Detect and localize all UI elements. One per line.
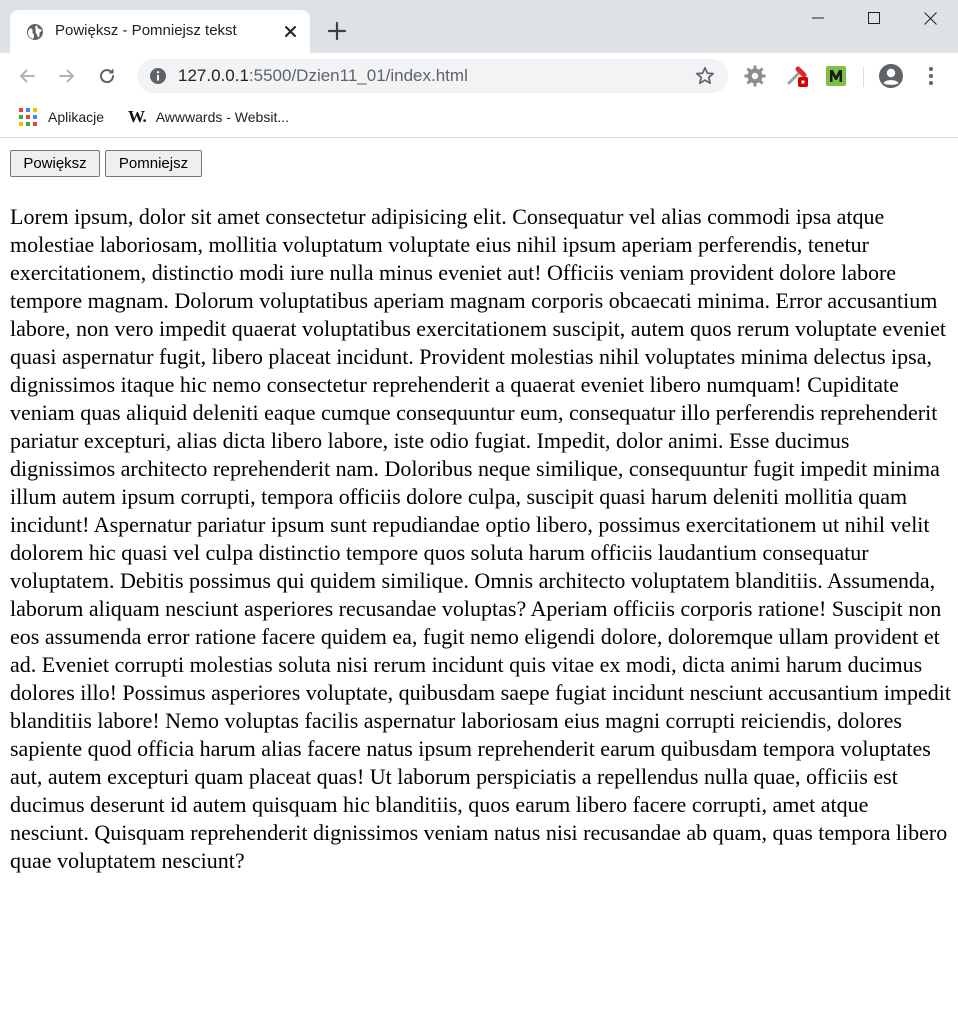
bookmark-apps-label: Aplikacje — [48, 109, 105, 125]
url-host: 127.0.0.1 — [178, 66, 249, 85]
url-text[interactable]: 127.0.0.1:5500/Dzien11_01/index.html — [178, 66, 468, 86]
page-viewport: Powiększ Pomniejsz Lorem ipsum, dolor si… — [0, 139, 958, 1028]
new-tab-plus-icon[interactable] — [327, 21, 347, 41]
m-extension-icon[interactable] — [824, 64, 848, 88]
bookmark-awwwards[interactable]: W. Awwwards - Websit... — [128, 106, 289, 128]
browser-toolbar: 127.0.0.1:5500/Dzien11_01/index.html — [0, 53, 958, 99]
browser-menu-icon[interactable] — [924, 65, 938, 87]
address-bar[interactable]: 127.0.0.1:5500/Dzien11_01/index.html — [137, 59, 728, 93]
bookmark-awwwards-label: Awwwards - Websit... — [155, 109, 289, 125]
toolbar-divider — [863, 67, 864, 87]
browser-tab[interactable]: Powiększ - Pomniejsz tekst — [10, 10, 310, 53]
lorem-paragraph: Lorem ipsum, dolor sit amet consectetur … — [10, 204, 951, 873]
tab-strip: Powiększ - Pomniejsz tekst — [0, 0, 958, 53]
increase-text-button[interactable]: Powiększ — [10, 150, 100, 177]
tab-title: Powiększ - Pomniejsz tekst — [55, 22, 237, 39]
maximize-window-button[interactable] — [846, 0, 902, 36]
site-info-icon[interactable] — [149, 67, 167, 85]
url-path: :5500/Dzien11_01/index.html — [248, 66, 468, 85]
bookmarks-bar: Aplikacje W. Awwwards - Websit... — [0, 99, 958, 138]
gear-extension-icon[interactable] — [743, 64, 767, 88]
minimize-window-button[interactable] — [790, 0, 846, 36]
close-window-button[interactable] — [902, 0, 958, 36]
apps-grid-icon — [19, 108, 37, 126]
awwwards-icon: W. — [128, 107, 147, 126]
profile-avatar-icon[interactable] — [878, 63, 904, 89]
globe-icon — [26, 23, 44, 41]
bookmark-star-icon[interactable] — [695, 66, 715, 86]
forward-arrow-icon[interactable] — [55, 64, 79, 88]
bookmark-apps[interactable]: Aplikacje — [19, 106, 104, 128]
reload-icon[interactable] — [95, 64, 119, 88]
tab-close-icon[interactable] — [282, 23, 299, 40]
back-arrow-icon[interactable] — [15, 64, 39, 88]
color-picker-extension-icon[interactable] — [785, 64, 809, 88]
font-size-controls: Powiększ Pomniejsz — [10, 150, 202, 177]
decrease-text-button[interactable]: Pomniejsz — [105, 150, 202, 177]
